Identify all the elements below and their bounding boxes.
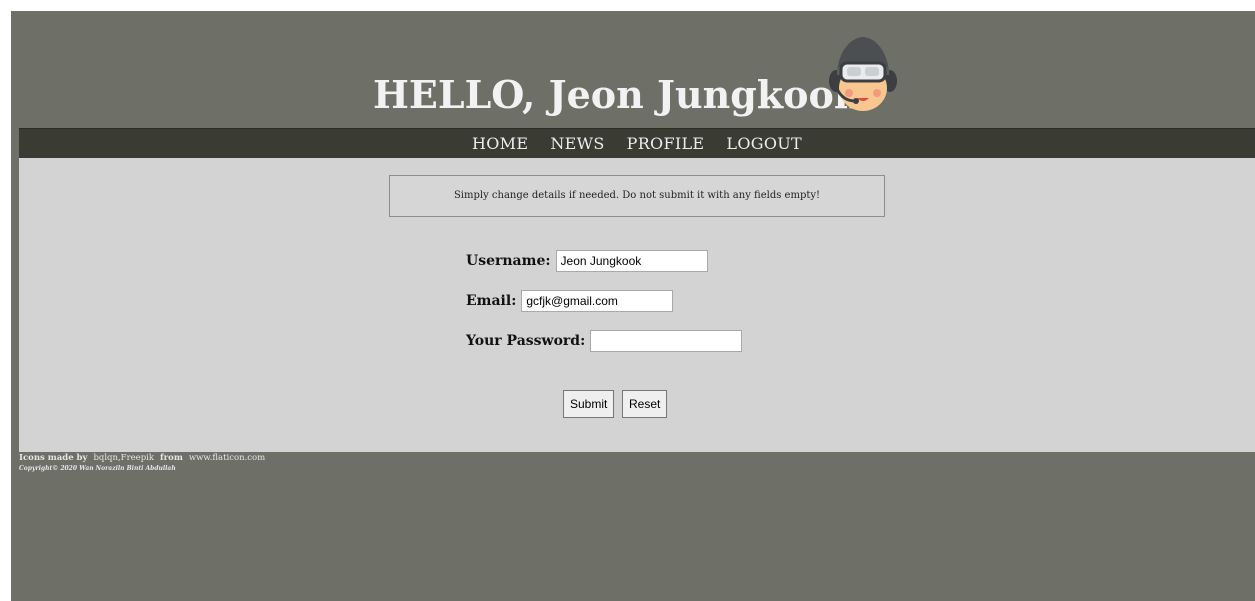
page-frame: HELLO, Jeon Jungkook HOME NEWS PROFILE L… bbox=[11, 11, 1255, 601]
page-header: HELLO, Jeon Jungkook bbox=[11, 11, 1255, 128]
flaticon-link[interactable]: www.flaticon.com bbox=[189, 453, 265, 463]
credits-prefix: Icons made by bbox=[19, 453, 88, 463]
authors-link[interactable]: bqlqn,Freepik bbox=[93, 453, 154, 463]
profile-content: Simply change details if needed. Do not … bbox=[19, 158, 1255, 452]
username-row: Username: bbox=[466, 249, 708, 273]
pilot-avatar-icon bbox=[829, 37, 897, 111]
submit-button[interactable]: Submit bbox=[563, 390, 615, 418]
password-input[interactable] bbox=[590, 330, 743, 352]
nav-logout-link[interactable]: LOGOUT bbox=[726, 129, 802, 159]
main-navbar: HOME NEWS PROFILE LOGOUT bbox=[19, 128, 1255, 158]
username-input[interactable] bbox=[555, 250, 708, 272]
reset-button[interactable]: Reset bbox=[622, 390, 668, 418]
email-input[interactable] bbox=[521, 290, 674, 312]
nav-news-link[interactable]: NEWS bbox=[550, 129, 604, 159]
username-label: Username: bbox=[466, 253, 551, 269]
page-footer: Icons made by bqlqn,Freepik from www.flatic… bbox=[19, 452, 619, 473]
email-row: Email: bbox=[466, 289, 674, 313]
nav-profile-link[interactable]: PROFILE bbox=[627, 129, 705, 159]
credits-from: from bbox=[160, 453, 183, 463]
page-title: HELLO, Jeon Jungkook bbox=[373, 72, 861, 117]
email-label: Email: bbox=[466, 293, 517, 309]
password-row: Your Password: bbox=[466, 329, 743, 353]
nav-home-link[interactable]: HOME bbox=[472, 129, 528, 159]
copyright-text: Copyright© 2020 Wan Noraziln Binti Abdul… bbox=[19, 465, 176, 472]
notice-box: Simply change details if needed. Do not … bbox=[389, 175, 885, 217]
icon-credits: Icons made by bqlqn,Freepik from www.flatic… bbox=[19, 452, 619, 464]
password-label: Your Password: bbox=[466, 333, 586, 349]
